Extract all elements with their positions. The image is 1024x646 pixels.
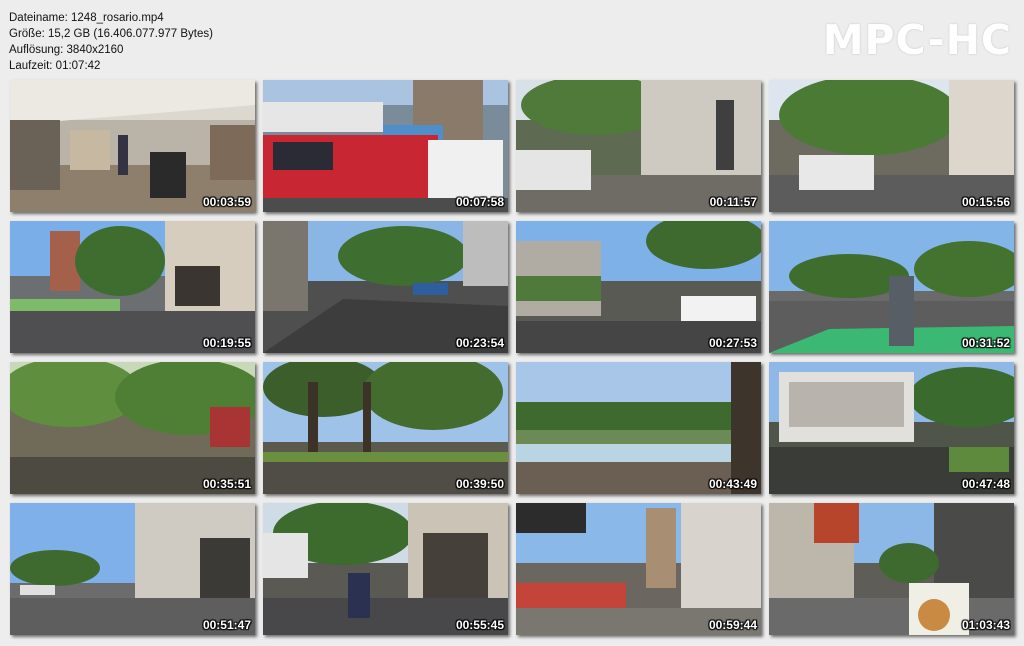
thumbnail-1[interactable]: 00:03:59 — [10, 80, 255, 212]
thumbnail-9[interactable]: 00:35:51 — [10, 362, 255, 494]
mpc-hc-logo: MPC-HC — [822, 16, 1012, 64]
thumbnail-image-colonnade — [769, 362, 1014, 494]
thumbnail-11[interactable]: 00:43:49 — [516, 362, 761, 494]
thumbnail-grid: 00:03:59 00:07:58 00:11:57 00:15:56 00:1… — [8, 78, 1016, 636]
timestamp: 00:31:52 — [961, 336, 1010, 350]
filename-line: Dateiname: 1248_rosario.mp4 — [9, 12, 164, 24]
thumbnail-8[interactable]: 00:31:52 — [769, 221, 1014, 353]
thumbnail-15[interactable]: 00:59:44 — [516, 503, 761, 635]
timestamp: 00:59:44 — [708, 618, 757, 632]
file-info: Dateiname: 1248_rosario.mp4 Größe: 15,2 … — [9, 10, 213, 74]
timestamp: 00:27:53 — [708, 336, 757, 350]
thumbnail-image-cafe-terrace — [516, 503, 761, 635]
timestamp: 00:19:55 — [202, 336, 251, 350]
timestamp: 00:39:50 — [455, 477, 504, 491]
thumbnail-16[interactable]: 01:03:43 — [769, 503, 1014, 635]
timestamp: 00:43:49 — [708, 477, 757, 491]
thumbnail-image-mall-interior — [10, 80, 255, 212]
thumbnail-4[interactable]: 00:15:56 — [769, 80, 1014, 212]
thumbnail-3[interactable]: 00:11:57 — [516, 80, 761, 212]
timestamp: 00:03:59 — [202, 195, 251, 209]
thumbnail-image-cafe-street — [10, 221, 255, 353]
timestamp: 00:23:54 — [455, 336, 504, 350]
size-line: Größe: 15,2 GB (16.406.077.977 Bytes) — [9, 28, 213, 40]
resolution-line: Auflösung: 3840x2160 — [9, 44, 124, 56]
duration-line: Laufzeit: 01:07:42 — [9, 60, 101, 72]
thumbnail-image-palm-path — [263, 362, 508, 494]
timestamp: 00:11:57 — [709, 195, 757, 209]
thumbnail-image-pond-boats — [516, 362, 761, 494]
timestamp: 00:15:56 — [961, 195, 1010, 209]
thumbnail-image-downtown-billboard — [769, 503, 1014, 635]
thumbnail-image-park-trees — [10, 362, 255, 494]
timestamp: 00:55:45 — [455, 618, 504, 632]
timestamp: 00:07:58 — [455, 195, 504, 209]
thumbnail-6[interactable]: 00:23:54 — [263, 221, 508, 353]
thumbnail-13[interactable]: 00:51:47 — [10, 503, 255, 635]
timestamp: 00:51:47 — [202, 618, 251, 632]
thumbnail-14[interactable]: 00:55:45 — [263, 503, 508, 635]
thumbnail-7[interactable]: 00:27:53 — [516, 221, 761, 353]
thumbnail-12[interactable]: 00:47:48 — [769, 362, 1014, 494]
thumbnail-5[interactable]: 00:19:55 — [10, 221, 255, 353]
thumbnail-image-tree-lined-street — [516, 80, 761, 212]
thumbnail-image-pedestrian-bikelane — [769, 221, 1014, 353]
thumbnail-image-street-traffic — [263, 80, 508, 212]
thumbnail-image-graffiti-street — [516, 221, 761, 353]
thumbnail-image-avenue — [263, 221, 508, 353]
thumbnail-image-sidewalk-building — [10, 503, 255, 635]
thumbnail-10[interactable]: 00:39:50 — [263, 362, 508, 494]
thumbnail-2[interactable]: 00:07:58 — [263, 80, 508, 212]
thumbnail-image-corner-street — [769, 80, 1014, 212]
timestamp: 00:35:51 — [202, 477, 251, 491]
timestamp: 00:47:48 — [961, 477, 1010, 491]
thumbnail-image-motorbike-street — [263, 503, 508, 635]
timestamp: 01:03:43 — [961, 618, 1010, 632]
